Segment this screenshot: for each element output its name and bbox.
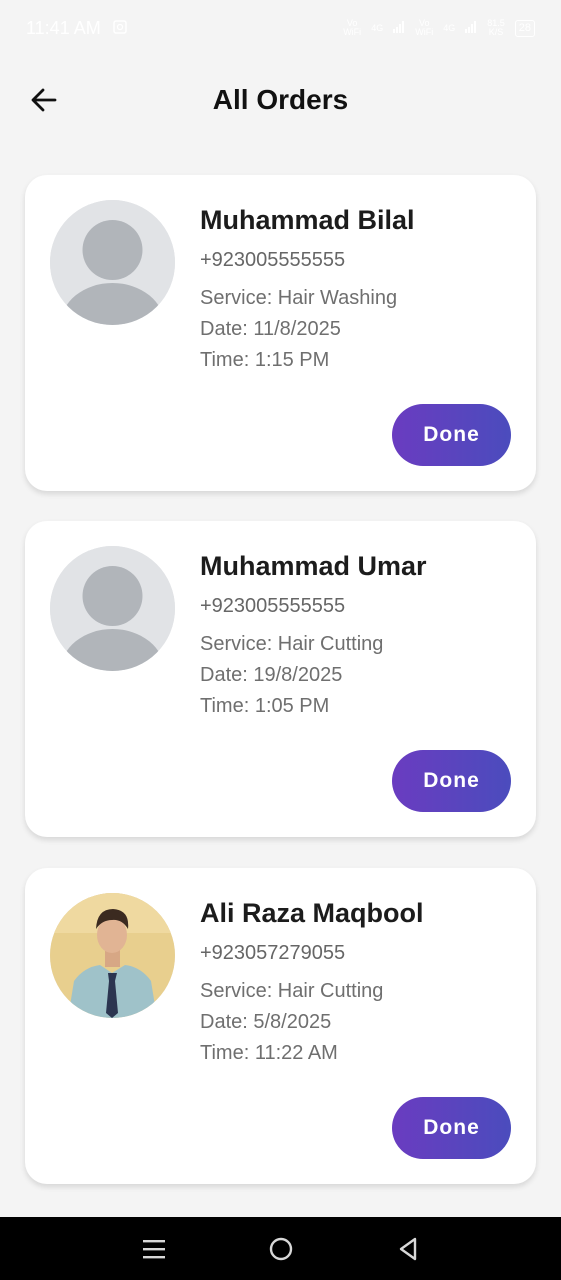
home-button[interactable] xyxy=(261,1229,301,1269)
order-info: Muhammad Bilal +923005555555 Service: Ha… xyxy=(200,203,516,376)
order-time: Time: 1:05 PM xyxy=(200,695,330,717)
done-button[interactable]: Done xyxy=(392,750,511,812)
customer-name: Muhammad Bilal xyxy=(200,205,415,235)
done-button[interactable]: Done xyxy=(392,404,511,466)
home-circle-icon xyxy=(269,1237,292,1260)
back-button[interactable] xyxy=(28,84,60,116)
order-info: Muhammad Umar +923005555555 Service: Hai… xyxy=(200,549,516,722)
customer-photo xyxy=(50,893,175,1018)
order-time: Time: 11:22 AM xyxy=(200,1042,338,1064)
volte-indicator-2: Vo WiFi xyxy=(415,18,434,37)
customer-phone: +923005555555 xyxy=(200,595,346,617)
order-info: Ali Raza Maqbool +923057279055 Service: … xyxy=(200,896,516,1069)
order-card: Muhammad Bilal +923005555555 Service: Ha… xyxy=(25,175,536,491)
back-triangle-icon xyxy=(399,1237,416,1260)
default-avatar-icon xyxy=(50,200,175,325)
order-time: Time: 1:15 PM xyxy=(200,349,330,371)
customer-name: Muhammad Umar xyxy=(200,551,427,581)
status-bar: 11:41 AM Vo WiFi 4G Vo WiFi 4G 81.5 K/S … xyxy=(0,0,561,56)
menu-button[interactable] xyxy=(134,1229,174,1269)
status-left: 11:41 AM xyxy=(26,18,127,39)
status-right: Vo WiFi 4G Vo WiFi 4G 81.5 K/S 28 xyxy=(343,19,535,37)
menu-icon xyxy=(142,1239,165,1258)
order-service: Service: Hair Washing xyxy=(200,287,398,309)
screenshot-icon xyxy=(112,18,127,39)
page-title: All Orders xyxy=(212,84,349,115)
back-nav-button[interactable] xyxy=(388,1229,428,1269)
arrow-left-icon xyxy=(31,88,57,112)
order-date: Date: 19/8/2025 xyxy=(200,664,343,686)
signal-icon-2 xyxy=(465,21,477,35)
signal-icon-1 xyxy=(393,21,405,35)
network-4g-2: 4G xyxy=(443,23,456,33)
status-time: 11:41 AM xyxy=(26,17,101,38)
order-service: Service: Hair Cutting xyxy=(200,980,384,1002)
done-button[interactable]: Done xyxy=(392,1097,511,1159)
order-card: Ali Raza Maqbool +923057279055 Service: … xyxy=(25,868,536,1184)
order-date: Date: 5/8/2025 xyxy=(200,1011,332,1033)
volte-indicator-1: Vo WiFi xyxy=(343,18,362,37)
customer-name: Ali Raza Maqbool xyxy=(200,898,424,928)
customer-phone: +923057279055 xyxy=(200,942,346,964)
order-card: Muhammad Umar +923005555555 Service: Hai… xyxy=(25,521,536,837)
default-avatar-icon xyxy=(50,546,175,671)
app-header: All Orders xyxy=(0,72,561,128)
order-service: Service: Hair Cutting xyxy=(200,633,384,655)
network-speed: 81.5 K/S xyxy=(487,18,505,37)
system-nav-bar xyxy=(0,1217,561,1280)
network-4g-1: 4G xyxy=(371,23,384,33)
order-date: Date: 11/8/2025 xyxy=(200,318,341,340)
battery-icon: 28 xyxy=(514,19,535,37)
customer-phone: +923005555555 xyxy=(200,249,346,271)
